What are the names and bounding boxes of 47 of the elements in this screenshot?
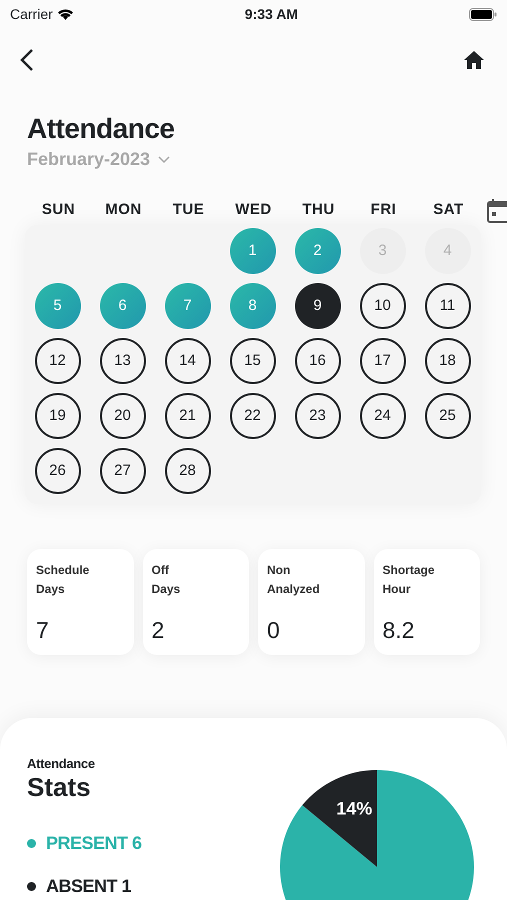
page-title: Attendance: [27, 112, 176, 146]
calendar-icon[interactable]: [487, 199, 507, 223]
calendar-day[interactable]: 21: [164, 393, 210, 439]
legend-label: ABSENT 1: [46, 875, 132, 898]
calendar-day[interactable]: 23: [294, 393, 340, 439]
calendar-day[interactable]: 22: [230, 393, 276, 439]
legend-label: PRESENT 6: [46, 832, 142, 855]
calendar-day[interactable]: 25: [424, 393, 470, 439]
chevron-down-icon: [158, 156, 170, 164]
weekday-label: THU: [301, 200, 336, 220]
summary-label: Shortage Hour: [382, 562, 436, 598]
clock-time: 9:33 AM: [244, 4, 298, 24]
calendar-day[interactable]: 27: [100, 448, 146, 494]
calendar-day[interactable]: 18: [424, 338, 470, 384]
summary-value: 0: [267, 616, 281, 645]
summary-value: 7: [36, 616, 50, 645]
carrier-label: Carrier: [10, 4, 53, 24]
summary-label: Non Analyzed: [267, 562, 321, 598]
calendar-day[interactable]: 16: [294, 338, 340, 384]
calendar-day[interactable]: 11: [424, 283, 470, 329]
calendar-day[interactable]: 20: [100, 393, 146, 439]
stats-title: Stats: [27, 772, 92, 802]
slice-label: 14%: [336, 798, 372, 819]
stats-subtitle: Attendance: [27, 756, 96, 772]
weekday-label: SAT: [432, 200, 465, 220]
calendar-day[interactable]: 9: [294, 283, 340, 329]
summary-value: 8.2: [382, 616, 416, 645]
battery-icon: [468, 8, 497, 20]
calendar-day[interactable]: 15: [230, 338, 276, 384]
weekday-label: TUE: [172, 200, 206, 220]
calendar-day[interactable]: 26: [34, 448, 80, 494]
weekday-label: WED: [234, 200, 273, 220]
weekday-label: MON: [104, 200, 143, 220]
calendar-day[interactable]: 28: [164, 448, 210, 494]
summary-label: Schedule Days: [36, 562, 90, 598]
calendar-day[interactable]: 19: [34, 393, 80, 439]
summary-value: 2: [152, 616, 166, 645]
calendar-day[interactable]: 13: [100, 338, 146, 384]
summary-label: Off Days: [152, 562, 182, 598]
calendar-day[interactable]: 17: [360, 338, 406, 384]
calendar-day[interactable]: 14: [164, 338, 210, 384]
calendar-day[interactable]: 24: [360, 393, 406, 439]
weekday-label: FRI: [370, 200, 398, 220]
calendar-day[interactable]: 10: [360, 283, 406, 329]
wifi-icon: [56, 8, 74, 20]
calendar-day[interactable]: 12: [34, 338, 80, 384]
weekday-label: SUN: [40, 200, 76, 220]
